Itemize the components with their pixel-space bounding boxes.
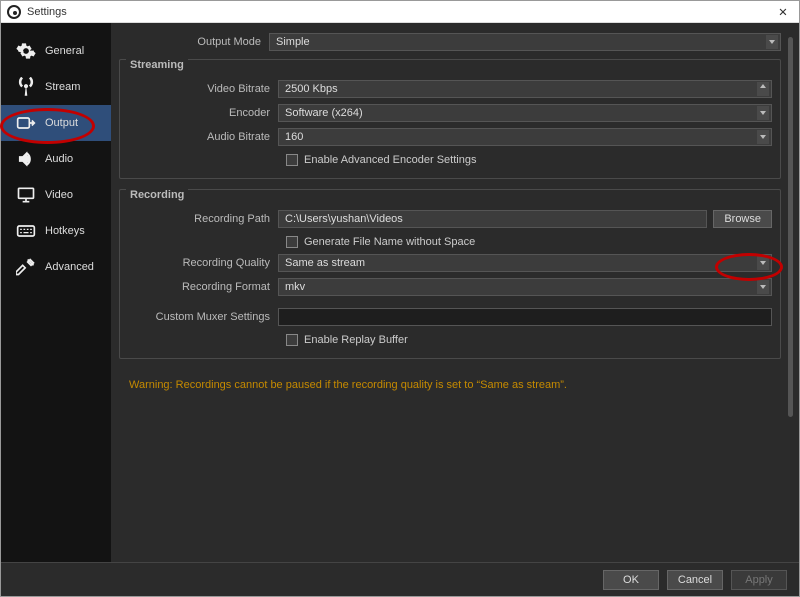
sidebar-item-label: Advanced	[45, 261, 94, 273]
scrollbar[interactable]	[788, 37, 793, 417]
encoder-label: Encoder	[128, 107, 278, 119]
sidebar: General Stream Output Audio	[1, 23, 111, 562]
output-mode-label: Output Mode	[119, 36, 269, 48]
sidebar-item-hotkeys[interactable]: Hotkeys	[1, 213, 111, 249]
browse-button[interactable]: Browse	[713, 210, 772, 228]
antenna-icon	[15, 76, 37, 98]
muxer-label: Custom Muxer Settings	[128, 311, 278, 323]
body: General Stream Output Audio	[1, 23, 799, 562]
row-video-bitrate: Video Bitrate 2500 Kbps	[128, 78, 772, 100]
recording-format-select[interactable]: mkv	[278, 278, 772, 296]
sidebar-item-label: Stream	[45, 81, 80, 93]
tools-icon	[15, 256, 37, 278]
video-bitrate-field[interactable]: 2500 Kbps	[278, 80, 772, 98]
recording-group: Recording Recording Path C:\Users\yushan…	[119, 189, 781, 359]
row-output-mode: Output Mode Simple	[119, 31, 781, 53]
checkbox-icon	[286, 236, 298, 248]
replay-buffer-label: Enable Replay Buffer	[304, 334, 408, 346]
encoder-select[interactable]: Software (x264)	[278, 104, 772, 122]
streaming-legend: Streaming	[126, 59, 188, 71]
monitor-icon	[15, 184, 37, 206]
replay-buffer-check[interactable]: Enable Replay Buffer	[286, 330, 772, 350]
row-recording-path: Recording Path C:\Users\yushan\Videos Br…	[128, 208, 772, 230]
sidebar-item-label: Video	[45, 189, 73, 201]
gen-filename-check[interactable]: Generate File Name without Space	[286, 232, 772, 252]
ok-button[interactable]: OK	[603, 570, 659, 590]
row-recording-format: Recording Format mkv	[128, 276, 772, 298]
checkbox-icon	[286, 154, 298, 166]
sidebar-item-video[interactable]: Video	[1, 177, 111, 213]
output-icon	[15, 112, 37, 134]
output-mode-select[interactable]: Simple	[269, 33, 781, 51]
apply-button[interactable]: Apply	[731, 570, 787, 590]
gear-icon	[15, 40, 37, 62]
keyboard-icon	[15, 220, 37, 242]
warning-text: Warning: Recordings cannot be paused if …	[119, 369, 781, 391]
settings-window: Settings ✕ General Stream Output	[0, 0, 800, 597]
sidebar-item-output[interactable]: Output	[1, 105, 111, 141]
recording-quality-label: Recording Quality	[128, 257, 278, 269]
sidebar-item-advanced[interactable]: Advanced	[1, 249, 111, 285]
recording-path-label: Recording Path	[128, 213, 278, 225]
close-icon[interactable]: ✕	[773, 3, 793, 20]
sidebar-item-label: Hotkeys	[45, 225, 85, 237]
row-muxer: Custom Muxer Settings	[128, 306, 772, 328]
checkbox-icon	[286, 334, 298, 346]
sidebar-item-label: General	[45, 45, 84, 57]
audio-bitrate-label: Audio Bitrate	[128, 131, 278, 143]
titlebar: Settings ✕	[1, 1, 799, 23]
sidebar-item-general[interactable]: General	[1, 33, 111, 69]
sidebar-item-stream[interactable]: Stream	[1, 69, 111, 105]
row-encoder: Encoder Software (x264)	[128, 102, 772, 124]
row-recording-quality: Recording Quality Same as stream	[128, 252, 772, 274]
footer: OK Cancel Apply	[1, 562, 799, 596]
recording-legend: Recording	[126, 189, 188, 201]
sidebar-item-label: Audio	[45, 153, 73, 165]
audio-bitrate-select[interactable]: 160	[278, 128, 772, 146]
row-audio-bitrate: Audio Bitrate 160	[128, 126, 772, 148]
enable-advanced-check[interactable]: Enable Advanced Encoder Settings	[286, 150, 772, 170]
speaker-icon	[15, 148, 37, 170]
enable-advanced-label: Enable Advanced Encoder Settings	[304, 154, 476, 166]
video-bitrate-label: Video Bitrate	[128, 83, 278, 95]
recording-path-field[interactable]: C:\Users\yushan\Videos	[278, 210, 707, 228]
gen-filename-label: Generate File Name without Space	[304, 236, 475, 248]
sidebar-item-label: Output	[45, 117, 78, 129]
scrollarea: Output Mode Simple Streaming Video Bitra…	[111, 23, 799, 562]
sidebar-item-audio[interactable]: Audio	[1, 141, 111, 177]
content: Output Mode Simple Streaming Video Bitra…	[111, 23, 799, 562]
recording-format-label: Recording Format	[128, 281, 278, 293]
recording-quality-select[interactable]: Same as stream	[278, 254, 772, 272]
window-title: Settings	[27, 6, 773, 18]
obs-icon	[7, 5, 21, 19]
muxer-field[interactable]	[278, 308, 772, 326]
cancel-button[interactable]: Cancel	[667, 570, 723, 590]
streaming-group: Streaming Video Bitrate 2500 Kbps Encode…	[119, 59, 781, 179]
